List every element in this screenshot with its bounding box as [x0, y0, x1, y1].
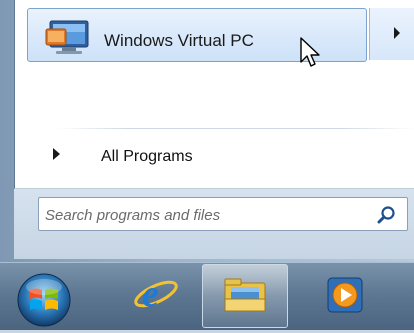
taskbar-button-windows-explorer[interactable]: [202, 264, 288, 328]
svg-text:e: e: [142, 273, 159, 315]
pinned-item-label: Windows Virtual PC: [104, 31, 254, 50]
all-programs-link[interactable]: All Programs: [101, 148, 193, 166]
menu-divider: [55, 128, 414, 129]
start-menu: Windows Virtual PC All Programs: [0, 0, 414, 262]
start-menu-programs-pane: Windows Virtual PC All Programs: [14, 0, 414, 189]
all-programs-arrow-icon: [53, 148, 60, 160]
search-input[interactable]: [45, 204, 345, 226]
search-icon[interactable]: [377, 205, 397, 225]
submenu-expand-button[interactable]: [369, 8, 414, 60]
search-area: [14, 189, 414, 259]
mouse-pointer-icon: [299, 36, 321, 70]
windows-orb-icon[interactable]: [12, 270, 76, 328]
taskbar-button-internet-explorer[interactable]: e: [114, 264, 198, 326]
virtual-pc-icon: [44, 19, 94, 57]
chevron-right-icon: [394, 27, 400, 39]
search-box[interactable]: [38, 197, 408, 231]
taskbar-button-media-player[interactable]: [306, 264, 390, 326]
